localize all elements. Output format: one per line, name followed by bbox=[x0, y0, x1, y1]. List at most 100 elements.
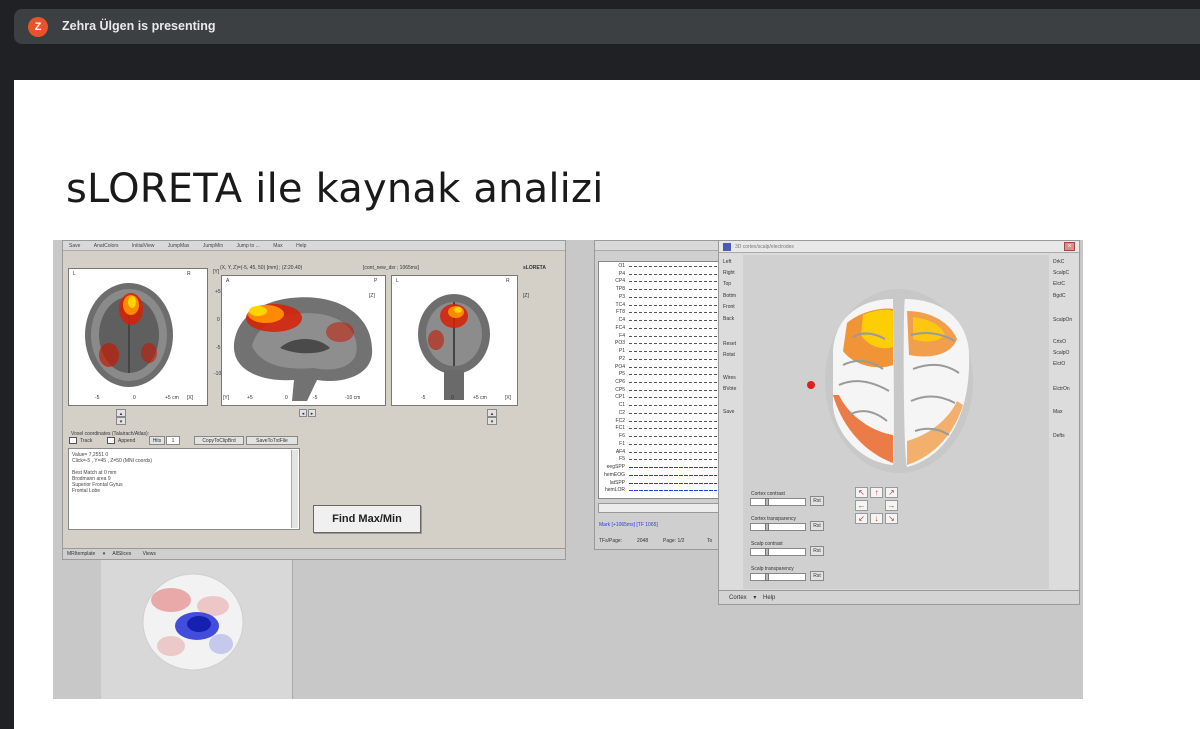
eeg-trace-line bbox=[629, 420, 717, 422]
status-cortex[interactable]: Cortex bbox=[729, 595, 747, 601]
menu-item-initialview[interactable]: InitialView bbox=[132, 243, 154, 249]
status-views[interactable]: Views bbox=[143, 551, 156, 557]
axial-slice-panel[interactable]: L R bbox=[68, 268, 208, 406]
eeg-trace-line bbox=[629, 327, 717, 329]
axial-up-button[interactable]: ▴ bbox=[116, 409, 126, 417]
slider-reset-button[interactable]: Rst bbox=[810, 571, 824, 581]
file-readout: [cont_new_dsr ; 1065ms] bbox=[363, 265, 419, 271]
eeg-trace-line bbox=[629, 451, 717, 453]
cortex-right-button[interactable]: ScalpOn bbox=[1053, 317, 1072, 323]
hits-input[interactable]: 1 bbox=[166, 436, 180, 445]
rotate-arrow-icon[interactable]: ↗ bbox=[885, 487, 898, 498]
eeg-trace-line bbox=[629, 343, 717, 345]
eeg-trace-area: O1 P4 CP4 TP8 P3 TC4 FT8 C4 FC4 F4 PO3 P1 P2 PO4 P5 CP6… bbox=[598, 261, 720, 499]
axial-brain-image bbox=[85, 283, 173, 387]
cortex-left-button[interactable]: Front bbox=[723, 304, 735, 310]
cortex-left-button[interactable]: Right bbox=[723, 270, 735, 276]
scalp-map-panel bbox=[101, 560, 293, 699]
save-txt-button[interactable]: SaveToTxtFile bbox=[246, 436, 298, 445]
eeg-trace-line bbox=[629, 397, 717, 399]
sagittal-slice-panel[interactable]: A P bbox=[221, 275, 386, 406]
slider-track[interactable] bbox=[750, 548, 806, 556]
sagittal-left-button[interactable]: ◂ bbox=[299, 409, 307, 417]
eeg-channel-label: CP5 bbox=[615, 386, 625, 393]
info-line: Frontal Lobe bbox=[72, 488, 101, 494]
cortex-right-button[interactable]: DrkC bbox=[1053, 259, 1064, 265]
status-help[interactable]: Help bbox=[763, 595, 775, 601]
slider-track[interactable] bbox=[750, 498, 806, 506]
menu-item-jumpmin[interactable]: JumpMin bbox=[203, 243, 223, 249]
eeg-trace-line bbox=[629, 382, 717, 383]
axial-down-button[interactable]: ▾ bbox=[116, 417, 126, 425]
slider-reset-button[interactable]: Rst bbox=[810, 521, 824, 531]
voxel-info-box: Value= 7,2551 0 Click=-5 , Y=45 , Z=50 (… bbox=[68, 448, 300, 530]
coronal-up-button[interactable]: ▴ bbox=[487, 409, 497, 417]
eeg-channel-label: P1 bbox=[618, 348, 625, 355]
eeg-scrollbar[interactable] bbox=[598, 503, 720, 513]
menu-item-jumpmax[interactable]: JumpMax bbox=[168, 243, 190, 249]
rotate-arrow-icon[interactable]: ↘ bbox=[885, 513, 898, 524]
sagittal-xtick-5: -10 cm bbox=[345, 395, 361, 401]
eeg-trace-line bbox=[629, 490, 717, 492]
eeg-trace-line bbox=[629, 351, 717, 353]
cortex-right-button[interactable]: BgdC bbox=[1053, 293, 1066, 299]
cortex-left-button[interactable]: Back bbox=[723, 316, 734, 322]
track-checkbox[interactable] bbox=[69, 437, 77, 444]
coronal-right-label: R bbox=[506, 278, 510, 284]
cortex-viewport[interactable]: Cortex contrast Rst Cortex transparency Rst… bbox=[743, 255, 1049, 589]
presenting-text: Zehra Ülgen is presenting bbox=[62, 19, 216, 33]
cortex-left-button[interactable]: Bottm bbox=[723, 293, 736, 299]
cortex-left-button[interactable]: Top bbox=[723, 281, 731, 287]
axial-xtick-4: [X] bbox=[187, 395, 194, 401]
cortex-right-button[interactable]: ElctrOn bbox=[1053, 386, 1070, 392]
append-checkbox[interactable] bbox=[107, 437, 115, 444]
rotate-arrow-icon[interactable]: → bbox=[885, 500, 898, 511]
sagittal-right-button[interactable]: ▸ bbox=[308, 409, 316, 417]
slider-reset-button[interactable]: Rst bbox=[810, 496, 824, 506]
status-allslices[interactable]: AllSlices bbox=[112, 551, 131, 557]
rotate-arrow-icon[interactable]: ↓ bbox=[870, 513, 883, 524]
tf-value[interactable]: 2048 bbox=[637, 538, 648, 544]
rotate-arrow-icon[interactable]: ↙ bbox=[855, 513, 868, 524]
cortex-right-button[interactable]: ScalpC bbox=[1053, 270, 1069, 276]
cortex-right-button[interactable]: Defts bbox=[1053, 433, 1065, 439]
cortex-right-button[interactable]: Max bbox=[1053, 409, 1062, 415]
cortex-left-button[interactable]: Left bbox=[723, 259, 731, 265]
status-mritemplate[interactable]: MRItemplate bbox=[67, 551, 95, 557]
rotate-arrow-icon[interactable]: ← bbox=[855, 500, 868, 511]
rotate-arrow-icon[interactable]: ↑ bbox=[870, 487, 883, 498]
find-max-min-button[interactable]: Find Max/Min bbox=[313, 505, 421, 533]
cortex-left-button[interactable]: Reset bbox=[723, 341, 736, 347]
eeg-trace-line bbox=[629, 273, 717, 275]
cortex-left-button[interactable]: Save bbox=[723, 409, 734, 415]
copy-clipboard-button[interactable]: CopyToClipBrd bbox=[194, 436, 244, 445]
menu-item-max[interactable]: Max bbox=[273, 243, 282, 249]
eeg-trace-line bbox=[629, 312, 717, 314]
slider-track[interactable] bbox=[750, 573, 806, 581]
menu-item-save[interactable]: Save bbox=[69, 243, 80, 249]
eeg-trace-line bbox=[629, 366, 717, 368]
cortex-right-button[interactable]: ScalpO bbox=[1053, 350, 1069, 356]
rotate-arrow-icon[interactable]: ↖ bbox=[855, 487, 868, 498]
menu-item-jumpto[interactable]: Jump to ... bbox=[237, 243, 260, 249]
sagittal-anterior-label: A bbox=[226, 278, 230, 284]
close-icon[interactable]: × bbox=[1064, 242, 1075, 251]
eeg-channel-label: eegSPP bbox=[606, 464, 625, 471]
cortex-right-button[interactable]: ElctC bbox=[1053, 281, 1065, 287]
cortex-right-button[interactable]: CrtxO bbox=[1053, 339, 1066, 345]
slider-reset-button[interactable]: Rst bbox=[810, 546, 824, 556]
sagittal-xtick-1: [Y] bbox=[223, 395, 230, 401]
menu-item-anatcolors[interactable]: AnatColors bbox=[94, 243, 119, 249]
info-scrollbar[interactable] bbox=[291, 450, 298, 528]
axial-xtick-3: +5 cm bbox=[165, 395, 179, 401]
slider-track[interactable] bbox=[750, 523, 806, 531]
cortex-left-button[interactable]: BVote bbox=[723, 386, 736, 392]
menu-item-help[interactable]: Help bbox=[296, 243, 306, 249]
sloreta-viewer-window: Save AnatColors InitialView JumpMax Jump… bbox=[62, 240, 566, 560]
cortex-right-button[interactable]: ElctO bbox=[1053, 361, 1065, 367]
cortex-left-button[interactable]: Wires bbox=[723, 375, 736, 381]
cortex-left-button[interactable]: Rotat bbox=[723, 352, 735, 358]
viewer-statusbar: MRItemplate ▾ AllSlices Views bbox=[63, 548, 565, 559]
coronal-down-button[interactable]: ▾ bbox=[487, 417, 497, 425]
coronal-slice-panel[interactable]: L R bbox=[391, 275, 518, 406]
